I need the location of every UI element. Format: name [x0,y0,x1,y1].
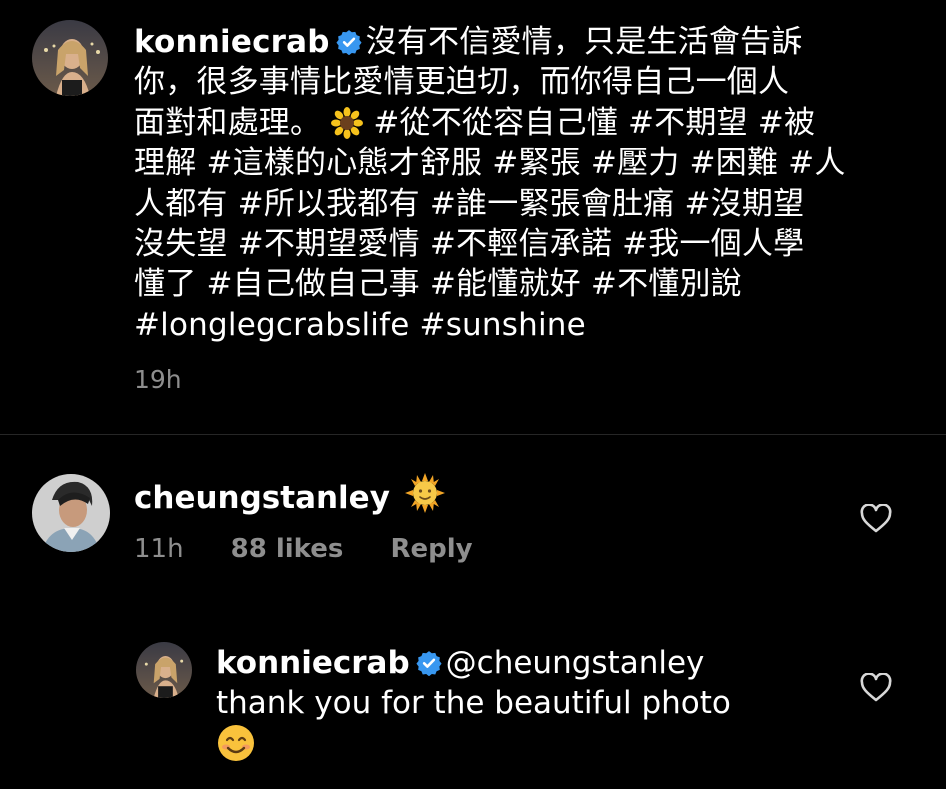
verified-badge-icon [336,29,362,55]
comment-username[interactable]: cheungstanley [134,480,390,516]
reply-mention[interactable]: @cheungstanley [446,645,705,681]
avatar-konniecrab[interactable] [32,20,108,96]
comment-meta: 11h 88 likes Reply [134,534,511,564]
comment-likes-link[interactable]: 88 likes [231,534,344,564]
comment-row: cheungstanley [134,473,445,516]
caption-line-7[interactable]: 沒失望 #不期望愛情 #不輕信承諾 #我一個人學 [134,226,804,262]
caption-line-8[interactable]: 懂了 #自己做自己事 #能懂就好 #不懂別說 [134,266,742,302]
caption-line-4[interactable]: #從不從容自己懂 #不期望 #被 [373,105,815,141]
verified-badge-icon [416,650,442,676]
reply-text: thank you for the beautiful photo [216,685,731,721]
post-timestamp: 19h [134,365,182,394]
reply-username[interactable]: konniecrab [216,645,410,681]
sun-with-face-icon [404,473,445,513]
post-username[interactable]: konniecrab [134,24,330,60]
caption-line-3: 面對和處理。 [134,104,322,141]
caption-line-1: 沒有不信愛情，只是生活會告訴 [365,24,803,60]
avatar-cheungstanley[interactable] [32,474,110,552]
avatar-konniecrab-reply[interactable] [136,642,192,698]
comment-reply-button[interactable]: Reply [390,534,472,564]
caption-line-6[interactable]: 人都有 #所以我都有 #誰一緊張會肚痛 #沒期望 [134,186,804,222]
divider [0,434,946,435]
sunflower-icon [331,106,364,139]
caption-line-9[interactable]: #longlegcrabslife #sunshine [134,307,586,343]
reply-comment: konniecrab @cheungstanley thank you for t… [216,643,836,765]
post-caption: konniecrab 沒有不信愛情，只是生活會告訴 你，很多事情比愛情更迫切，而你… [134,22,914,345]
smiling-face-icon [216,723,256,763]
like-reply-heart-icon[interactable] [860,673,892,703]
caption-line-5[interactable]: 理解 #這樣的心態才舒服 #緊張 #壓力 #困難 #人 [134,145,846,181]
caption-line-2: 你，很多事情比愛情更迫切，而你得自己一個人 [134,64,790,101]
like-comment-heart-icon[interactable] [860,504,892,534]
comment-timestamp: 11h [134,534,184,564]
